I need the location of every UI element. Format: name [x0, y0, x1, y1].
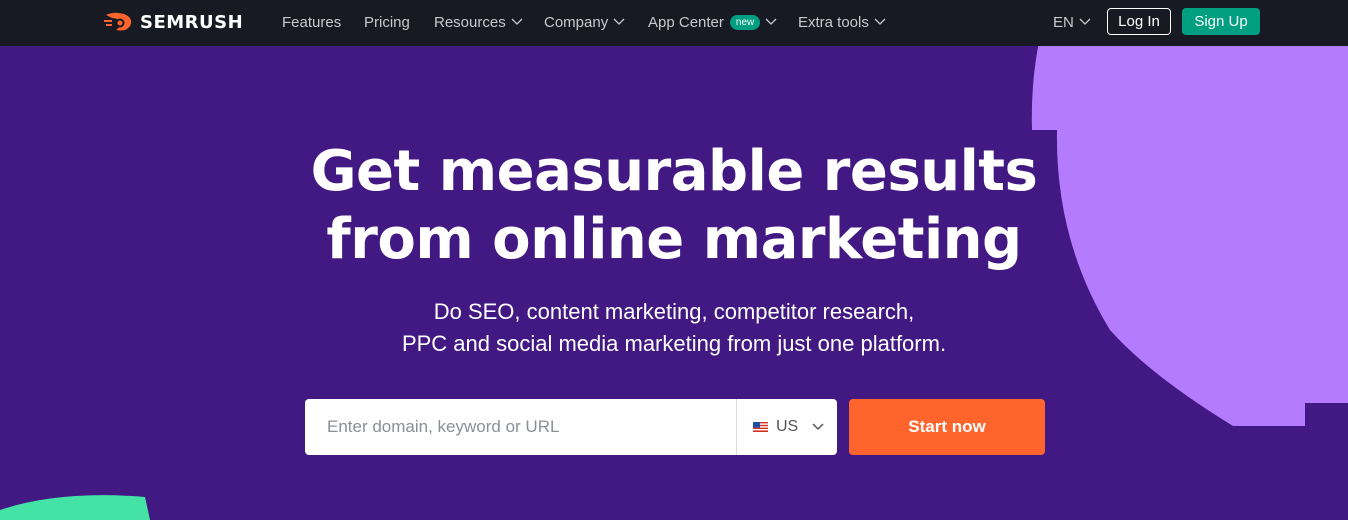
- hero-subtitle-line-1: Do SEO, content marketing, competitor re…: [433, 299, 915, 324]
- hero-subtitle: Do SEO, content marketing, competitor re…: [0, 296, 1348, 360]
- top-navigation-bar: SEMRUSH Features Pricing Resources Compa…: [0, 0, 1348, 46]
- nav-extra-tools-label: Extra tools: [798, 13, 869, 31]
- semrush-flame-icon: [104, 12, 132, 31]
- nav-features-label: Features: [282, 13, 342, 31]
- signup-button[interactable]: Sign Up: [1182, 8, 1260, 35]
- search-input[interactable]: [325, 399, 739, 455]
- nav-resources[interactable]: Resources: [434, 13, 523, 31]
- chevron-down-icon: [511, 18, 523, 25]
- nav-pricing[interactable]: Pricing: [364, 13, 410, 31]
- green-blob-shape: [0, 495, 150, 520]
- nav-pricing-label: Pricing: [364, 13, 410, 31]
- nav-app-center[interactable]: App Center new: [648, 13, 777, 31]
- chevron-down-icon: [1079, 18, 1091, 25]
- nav-resources-label: Resources: [434, 13, 506, 31]
- nav-extra-tools[interactable]: Extra tools: [798, 13, 886, 31]
- chevron-down-icon: [874, 18, 886, 25]
- hero-subtitle-line-2: PPC and social media marketing from just…: [401, 331, 947, 356]
- login-button[interactable]: Log In: [1107, 8, 1171, 35]
- chevron-down-icon: [812, 423, 824, 431]
- nav-company-label: Company: [544, 13, 609, 31]
- hero-title-line-1: Get measurable results: [310, 139, 1038, 204]
- us-flag-icon: [753, 422, 768, 432]
- search-form: US: [305, 399, 837, 455]
- language-label: EN: [1053, 13, 1074, 31]
- country-selector[interactable]: US: [736, 399, 838, 455]
- chevron-down-icon: [765, 18, 777, 25]
- hero-title: Get measurable results from online marke…: [0, 138, 1348, 274]
- brand-name: SEMRUSH: [140, 11, 244, 33]
- nav-company[interactable]: Company: [544, 13, 625, 31]
- semrush-logo[interactable]: SEMRUSH: [104, 10, 243, 34]
- chevron-down-icon: [613, 18, 625, 25]
- start-now-button[interactable]: Start now: [849, 399, 1045, 455]
- nav-app-center-label: App Center: [648, 13, 724, 31]
- hero-title-line-2: from online marketing: [326, 207, 1022, 272]
- country-label: US: [776, 418, 799, 435]
- language-selector[interactable]: EN: [1053, 13, 1091, 31]
- new-badge: new: [729, 14, 761, 30]
- nav-features[interactable]: Features: [282, 13, 341, 31]
